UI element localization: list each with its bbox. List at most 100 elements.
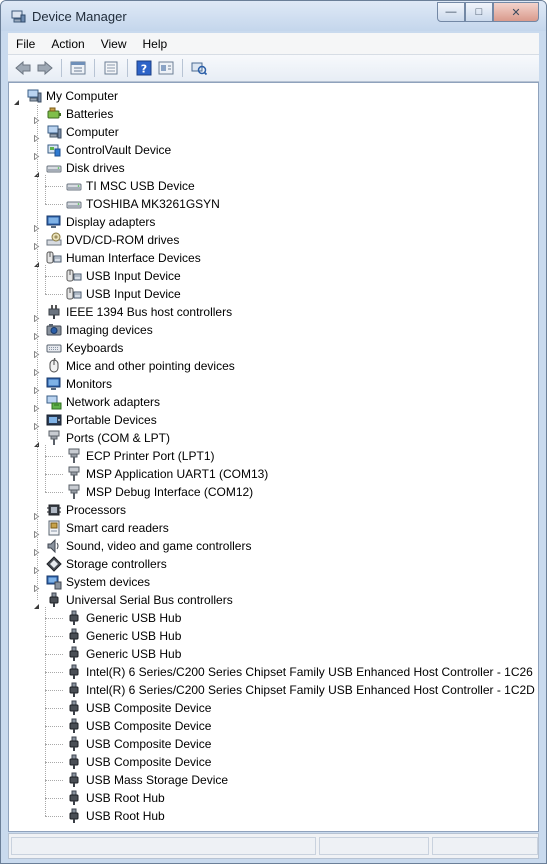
storage-icon xyxy=(46,556,62,572)
tree-guide-line xyxy=(45,445,46,492)
tree-guide-line xyxy=(45,265,46,294)
tree-guide-line xyxy=(45,175,46,204)
disk-icon xyxy=(66,196,82,212)
usb-icon xyxy=(66,790,82,806)
tree-item-label: ECP Printer Port (LPT1) xyxy=(86,449,215,463)
usb-icon xyxy=(66,772,82,788)
help-button[interactable]: ? xyxy=(135,59,153,77)
usb-icon xyxy=(66,736,82,752)
tree-item-label: Ports (COM & LPT) xyxy=(66,431,171,445)
tree-item-label: Keyboards xyxy=(66,341,124,355)
usb-icon xyxy=(66,610,82,626)
tree-guide-line xyxy=(45,708,63,709)
usb-icon xyxy=(66,700,82,716)
tree-item-label: Computer xyxy=(66,125,119,139)
port-icon xyxy=(66,466,82,482)
close-button[interactable]: ✕ xyxy=(493,2,539,22)
status-bar xyxy=(8,833,539,859)
usb-icon xyxy=(66,664,82,680)
hid-icon xyxy=(66,268,82,284)
scan-hardware-icon xyxy=(191,62,207,76)
tree-guide-line xyxy=(45,204,63,205)
portable-icon xyxy=(46,412,62,428)
update-driver-icon xyxy=(158,61,174,75)
port-icon xyxy=(66,484,82,500)
disk-icon xyxy=(46,160,62,176)
tree-item-label: Storage controllers xyxy=(66,557,167,571)
usb-icon xyxy=(66,682,82,698)
tree-guide-line xyxy=(37,105,38,600)
tree-item-label: MSP Application UART1 (COM13) xyxy=(86,467,269,481)
title-bar[interactable]: Device Manager — □ ✕ xyxy=(1,1,546,31)
tree-item-label: USB Composite Device xyxy=(86,737,212,751)
minimize-icon: — xyxy=(445,6,457,18)
device-tree[interactable]: My Computer Batteries Computer ControlVault… xyxy=(8,82,539,832)
camera-icon xyxy=(46,322,62,338)
maximize-button[interactable]: □ xyxy=(465,2,493,22)
update-driver-button[interactable] xyxy=(157,59,175,77)
forward-arrow-icon xyxy=(37,61,53,75)
hid-icon xyxy=(66,286,82,302)
help-icon: ? xyxy=(136,60,152,76)
tree-item-label: USB Input Device xyxy=(86,287,181,301)
toolbar: ? xyxy=(8,55,539,82)
tree-item-label: Human Interface Devices xyxy=(66,251,201,265)
back-button[interactable] xyxy=(14,59,32,77)
mouse-icon xyxy=(46,357,62,374)
port-icon xyxy=(46,430,62,446)
toolbar-separator xyxy=(61,59,62,77)
tree-guide-line xyxy=(45,456,63,457)
tree-item-label: Display adapters xyxy=(66,215,156,229)
tree-guide-line xyxy=(45,780,63,781)
back-arrow-icon xyxy=(15,61,31,75)
usb-icon xyxy=(66,754,82,770)
collapse-caret-icon[interactable] xyxy=(13,93,20,105)
tree-guide-line xyxy=(45,690,63,691)
tree-guide-line xyxy=(45,294,63,295)
tree-item-label: Smart card readers xyxy=(66,521,169,535)
device-icon xyxy=(46,142,62,158)
toolbar-separator xyxy=(94,59,95,77)
tree-guide-line xyxy=(45,672,63,673)
menu-action[interactable]: Action xyxy=(43,37,92,51)
menu-view[interactable]: View xyxy=(93,37,135,51)
usb-icon xyxy=(66,808,82,824)
keyboard-icon xyxy=(46,340,62,356)
menu-file[interactable]: File xyxy=(8,37,43,51)
tree-item-label: Portable Devices xyxy=(66,413,157,427)
tree-item-label: USB Composite Device xyxy=(86,719,212,733)
properties-button[interactable] xyxy=(69,59,87,77)
tree-item-label: USB Composite Device xyxy=(86,701,212,715)
battery-icon xyxy=(46,106,62,122)
minimize-button[interactable]: — xyxy=(437,2,465,22)
computer-icon xyxy=(26,88,42,104)
show-hidden-icon xyxy=(104,61,118,75)
tree-item-label: Processors xyxy=(66,503,127,517)
usb-icon xyxy=(66,628,82,644)
tree-item-label: Sound, video and game controllers xyxy=(66,539,252,553)
plug-icon xyxy=(46,304,62,320)
network-icon xyxy=(46,394,62,410)
properties-icon xyxy=(70,61,86,75)
tree-item-label: TOSHIBA MK3261GSYN xyxy=(86,197,220,211)
monitor-icon xyxy=(46,214,62,230)
device-manager-icon xyxy=(11,10,26,23)
show-hidden-button[interactable] xyxy=(102,59,120,77)
tree-guide-line xyxy=(45,726,63,727)
tree-item-label: Intel(R) 6 Series/C200 Series Chipset Fa… xyxy=(86,665,533,679)
tree-guide-line xyxy=(45,607,46,816)
scan-hardware-button[interactable] xyxy=(190,59,208,77)
menu-help[interactable]: Help xyxy=(135,37,176,51)
tree-item-label: Imaging devices xyxy=(66,323,153,337)
tree-item-label: USB Root Hub xyxy=(86,791,165,805)
tree-item-label: IEEE 1394 Bus host controllers xyxy=(66,305,233,319)
svg-text:?: ? xyxy=(141,63,147,76)
toolbar-separator xyxy=(182,59,183,77)
tree-guide-line xyxy=(45,474,63,475)
forward-button[interactable] xyxy=(36,59,54,77)
tree-item-label: My Computer xyxy=(46,89,119,103)
computer-icon xyxy=(46,124,62,140)
port-icon xyxy=(66,448,82,464)
tree-item-label: USB Composite Device xyxy=(86,755,212,769)
tree-item-label: USB Input Device xyxy=(86,269,181,283)
